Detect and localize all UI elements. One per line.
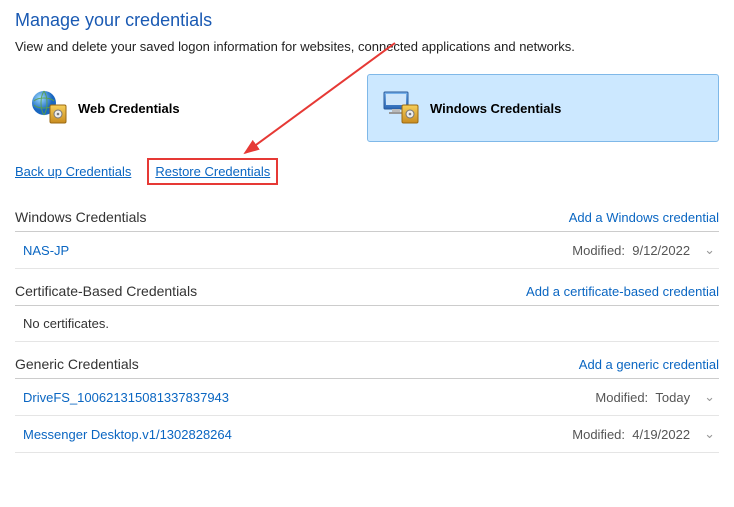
section-title-cert: Certificate-Based Credentials xyxy=(15,283,197,299)
annotation-highlight: Restore Credentials xyxy=(147,158,278,185)
globe-safe-icon xyxy=(28,89,72,127)
section-certificate-credentials: Certificate-Based Credentials Add a cert… xyxy=(15,283,719,342)
chevron-down-icon[interactable]: ⌄ xyxy=(704,426,715,442)
page-title: Manage your credentials xyxy=(15,10,719,31)
chevron-down-icon[interactable]: ⌄ xyxy=(704,389,715,405)
page-subtitle: View and delete your saved logon informa… xyxy=(15,39,719,54)
modified-date: Today xyxy=(655,390,690,405)
monitor-safe-icon xyxy=(380,89,424,127)
tab-web-credentials[interactable]: Web Credentials xyxy=(15,74,367,142)
tab-label-web: Web Credentials xyxy=(78,101,180,116)
add-certificate-credential-link[interactable]: Add a certificate-based credential xyxy=(526,284,719,299)
credential-links: Back up Credentials Restore Credentials xyxy=(15,158,719,185)
credential-name: NAS-JP xyxy=(23,243,69,258)
credential-item[interactable]: DriveFS_100621315081337837943 Modified: … xyxy=(15,379,719,416)
modified-label: Modified: xyxy=(595,390,648,405)
backup-credentials-link[interactable]: Back up Credentials xyxy=(15,164,131,179)
credential-item[interactable]: NAS-JP Modified: 9/12/2022 ⌄ xyxy=(15,232,719,269)
credential-name: Messenger Desktop.v1/1302828264 xyxy=(23,427,232,442)
chevron-down-icon[interactable]: ⌄ xyxy=(704,242,715,258)
credential-item[interactable]: Messenger Desktop.v1/1302828264 Modified… xyxy=(15,416,719,453)
restore-credentials-link[interactable]: Restore Credentials xyxy=(155,164,270,179)
tab-windows-credentials[interactable]: Windows Credentials xyxy=(367,74,719,142)
section-title-windows: Windows Credentials xyxy=(15,209,147,225)
modified-label: Modified: xyxy=(572,243,625,258)
modified-date: 4/19/2022 xyxy=(632,427,690,442)
section-windows-credentials: Windows Credentials Add a Windows creden… xyxy=(15,209,719,269)
section-title-generic: Generic Credentials xyxy=(15,356,139,372)
add-generic-credential-link[interactable]: Add a generic credential xyxy=(579,357,719,372)
credential-name: DriveFS_100621315081337837943 xyxy=(23,390,229,405)
empty-state: No certificates. xyxy=(15,306,719,342)
section-generic-credentials: Generic Credentials Add a generic creden… xyxy=(15,356,719,453)
modified-label: Modified: xyxy=(572,427,625,442)
tab-label-windows: Windows Credentials xyxy=(430,101,561,116)
modified-date: 9/12/2022 xyxy=(632,243,690,258)
credential-tabs: Web Credentials Windows Credentials xyxy=(15,74,719,142)
add-windows-credential-link[interactable]: Add a Windows credential xyxy=(569,210,719,225)
